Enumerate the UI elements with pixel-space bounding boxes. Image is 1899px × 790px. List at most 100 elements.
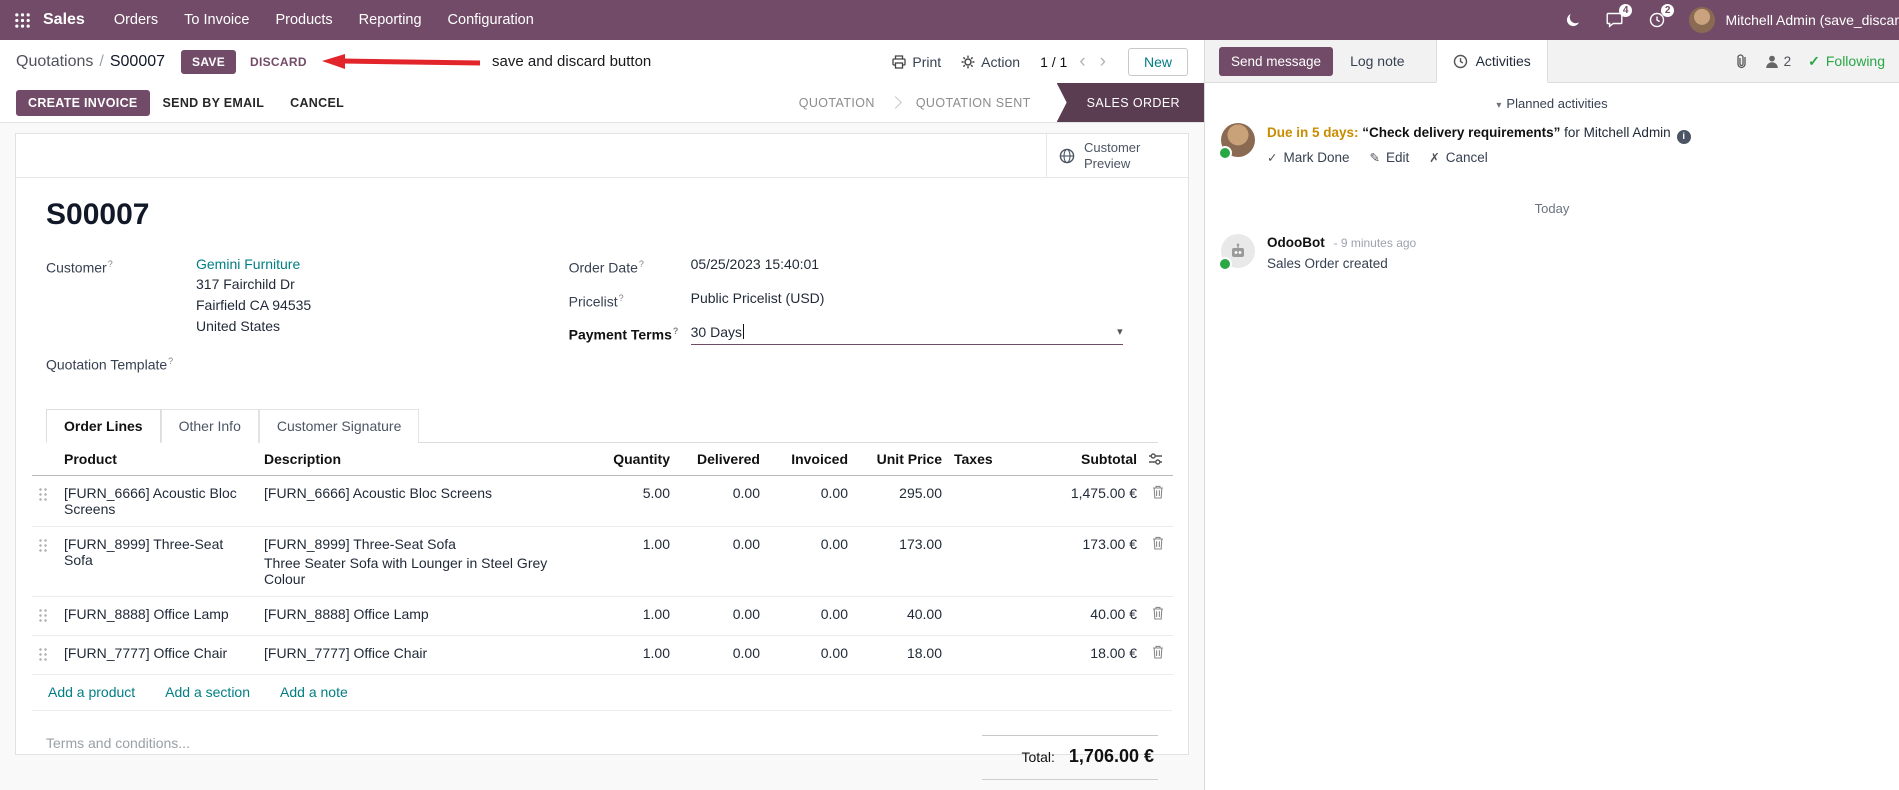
pricelist-field[interactable]: Public Pricelist (USD) bbox=[691, 288, 825, 312]
order-line-row[interactable]: [FURN_7777] Office Chair [FURN_7777] Off… bbox=[32, 635, 1173, 675]
drag-handle-icon[interactable] bbox=[38, 646, 48, 662]
cell-unit-price[interactable]: 18.00 bbox=[854, 635, 948, 675]
cell-description[interactable]: [FURN_6666] Acoustic Bloc Screens bbox=[258, 475, 598, 527]
menu-to-invoice[interactable]: To Invoice bbox=[171, 0, 262, 40]
breadcrumb-quotations[interactable]: Quotations bbox=[16, 53, 93, 71]
edit-activity-button[interactable]: ✎ Edit bbox=[1370, 150, 1410, 165]
delete-line-icon[interactable] bbox=[1152, 606, 1164, 620]
create-invoice-button[interactable]: CREATE INVOICE bbox=[16, 89, 150, 116]
cell-description[interactable]: [FURN_8888] Office Lamp bbox=[258, 596, 598, 636]
mark-done-button[interactable]: ✓ Mark Done bbox=[1267, 150, 1350, 165]
cell-delivered[interactable]: 0.00 bbox=[676, 635, 766, 675]
cell-quantity[interactable]: 1.00 bbox=[598, 596, 676, 636]
drag-handle-icon[interactable] bbox=[38, 537, 48, 553]
app-name[interactable]: Sales bbox=[43, 11, 85, 29]
new-button[interactable]: New bbox=[1127, 47, 1188, 76]
cell-invoiced[interactable]: 0.00 bbox=[766, 596, 854, 636]
dropdown-caret-icon[interactable]: ▾ bbox=[1117, 322, 1123, 342]
customer-link[interactable]: Gemini Furniture bbox=[196, 256, 300, 272]
followers-button[interactable]: 2 bbox=[1765, 54, 1791, 69]
col-quantity[interactable]: Quantity bbox=[598, 442, 676, 476]
col-subtotal[interactable]: Subtotal bbox=[1038, 442, 1143, 476]
drag-handle-icon[interactable] bbox=[38, 486, 48, 502]
customer-preview-button[interactable]: Customer Preview bbox=[1046, 134, 1188, 177]
tab-customer-signature[interactable]: Customer Signature bbox=[258, 408, 420, 443]
cell-product[interactable]: [FURN_7777] Office Chair bbox=[58, 635, 258, 675]
cell-unit-price[interactable]: 173.00 bbox=[854, 526, 948, 597]
col-delivered[interactable]: Delivered bbox=[676, 442, 766, 476]
cell-delivered[interactable]: 0.00 bbox=[676, 475, 766, 527]
cancel-activity-button[interactable]: ✗ Cancel bbox=[1429, 150, 1488, 165]
menu-products[interactable]: Products bbox=[262, 0, 345, 40]
status-sales-order[interactable]: SALES ORDER bbox=[1056, 83, 1204, 122]
planned-activities-header[interactable]: ▾ Planned activities bbox=[1205, 83, 1899, 121]
messages-button[interactable]: 4 bbox=[1594, 0, 1635, 40]
cell-description[interactable]: [FURN_8999] Three-Seat Sofa Three Seater… bbox=[258, 526, 598, 597]
status-quotation-sent[interactable]: QUOTATION SENT bbox=[898, 83, 1049, 122]
cell-quantity[interactable]: 1.00 bbox=[598, 635, 676, 675]
delete-line-icon[interactable] bbox=[1152, 536, 1164, 550]
drag-handle-icon[interactable] bbox=[38, 607, 48, 623]
print-button[interactable]: Print bbox=[892, 54, 941, 70]
cell-taxes[interactable] bbox=[948, 596, 1038, 636]
discard-button[interactable]: DISCARD bbox=[240, 50, 317, 74]
following-button[interactable]: ✓ Following bbox=[1808, 53, 1885, 70]
user-menu[interactable]: Mitchell Admin (save_discar bbox=[1725, 12, 1899, 28]
menu-configuration[interactable]: Configuration bbox=[435, 0, 547, 40]
terms-and-conditions-placeholder[interactable]: Terms and conditions... bbox=[46, 735, 190, 751]
pager-previous-icon[interactable]: ‹ bbox=[1077, 52, 1087, 71]
order-date-field[interactable]: 05/25/2023 15:40:01 bbox=[691, 254, 819, 278]
cell-product[interactable]: [FURN_8999] Three-Seat Sofa bbox=[58, 526, 258, 597]
tab-order-lines[interactable]: Order Lines bbox=[46, 408, 161, 443]
status-quotation[interactable]: QUOTATION bbox=[781, 83, 893, 122]
message-author[interactable]: OdooBot bbox=[1267, 235, 1325, 250]
col-taxes[interactable]: Taxes bbox=[948, 442, 1038, 476]
order-line-row[interactable]: [FURN_6666] Acoustic Bloc Screens [FURN_… bbox=[32, 475, 1173, 527]
menu-orders[interactable]: Orders bbox=[101, 0, 171, 40]
cancel-order-button[interactable]: CANCEL bbox=[277, 90, 357, 116]
cell-taxes[interactable] bbox=[948, 635, 1038, 675]
cell-invoiced[interactable]: 0.00 bbox=[766, 475, 854, 527]
cell-delivered[interactable]: 0.00 bbox=[676, 526, 766, 597]
cell-delivered[interactable]: 0.00 bbox=[676, 596, 766, 636]
optional-columns-icon[interactable] bbox=[1149, 452, 1163, 465]
order-line-row[interactable]: [FURN_8999] Three-Seat Sofa [FURN_8999] … bbox=[32, 526, 1173, 597]
attachments-button[interactable] bbox=[1735, 53, 1748, 69]
add-note-link[interactable]: Add a note bbox=[280, 684, 348, 700]
cell-invoiced[interactable]: 0.00 bbox=[766, 635, 854, 675]
action-menu-button[interactable]: Action bbox=[961, 54, 1020, 70]
delete-line-icon[interactable] bbox=[1152, 485, 1164, 499]
col-description[interactable]: Description bbox=[258, 442, 598, 476]
activities-button[interactable]: 2 bbox=[1637, 0, 1677, 40]
send-by-email-button[interactable]: SEND BY EMAIL bbox=[150, 90, 278, 116]
cell-unit-price[interactable]: 295.00 bbox=[854, 475, 948, 527]
cell-unit-price[interactable]: 40.00 bbox=[854, 596, 948, 636]
cell-quantity[interactable]: 1.00 bbox=[598, 526, 676, 597]
cell-description[interactable]: [FURN_7777] Office Chair bbox=[258, 635, 598, 675]
save-button[interactable]: SAVE bbox=[181, 49, 237, 74]
apps-menu-icon[interactable] bbox=[14, 12, 31, 29]
col-invoiced[interactable]: Invoiced bbox=[766, 442, 854, 476]
cell-product[interactable]: [FURN_8888] Office Lamp bbox=[58, 596, 258, 636]
cell-quantity[interactable]: 5.00 bbox=[598, 475, 676, 527]
cell-taxes[interactable] bbox=[948, 526, 1038, 597]
pager-next-icon[interactable]: › bbox=[1098, 52, 1108, 71]
dark-mode-moon-icon[interactable] bbox=[1554, 0, 1592, 40]
col-product[interactable]: Product bbox=[58, 442, 258, 476]
order-line-row[interactable]: [FURN_8888] Office Lamp [FURN_8888] Offi… bbox=[32, 596, 1173, 636]
log-note-button[interactable]: Log note bbox=[1333, 53, 1422, 69]
add-section-link[interactable]: Add a section bbox=[165, 684, 250, 700]
send-message-button[interactable]: Send message bbox=[1219, 46, 1334, 76]
delete-line-icon[interactable] bbox=[1152, 645, 1164, 659]
tab-other-info[interactable]: Other Info bbox=[160, 408, 259, 443]
payment-terms-input[interactable]: 30 Days ▾ bbox=[690, 321, 1123, 345]
col-unit-price[interactable]: Unit Price bbox=[854, 442, 948, 476]
cell-taxes[interactable] bbox=[948, 475, 1038, 527]
cell-invoiced[interactable]: 0.00 bbox=[766, 526, 854, 597]
add-product-link[interactable]: Add a product bbox=[48, 684, 135, 700]
menu-reporting[interactable]: Reporting bbox=[346, 0, 435, 40]
user-avatar[interactable] bbox=[1689, 7, 1716, 33]
info-icon[interactable]: i bbox=[1676, 129, 1691, 144]
activities-tab[interactable]: Activities bbox=[1435, 40, 1548, 83]
cell-product[interactable]: [FURN_6666] Acoustic Bloc Screens bbox=[58, 475, 258, 527]
